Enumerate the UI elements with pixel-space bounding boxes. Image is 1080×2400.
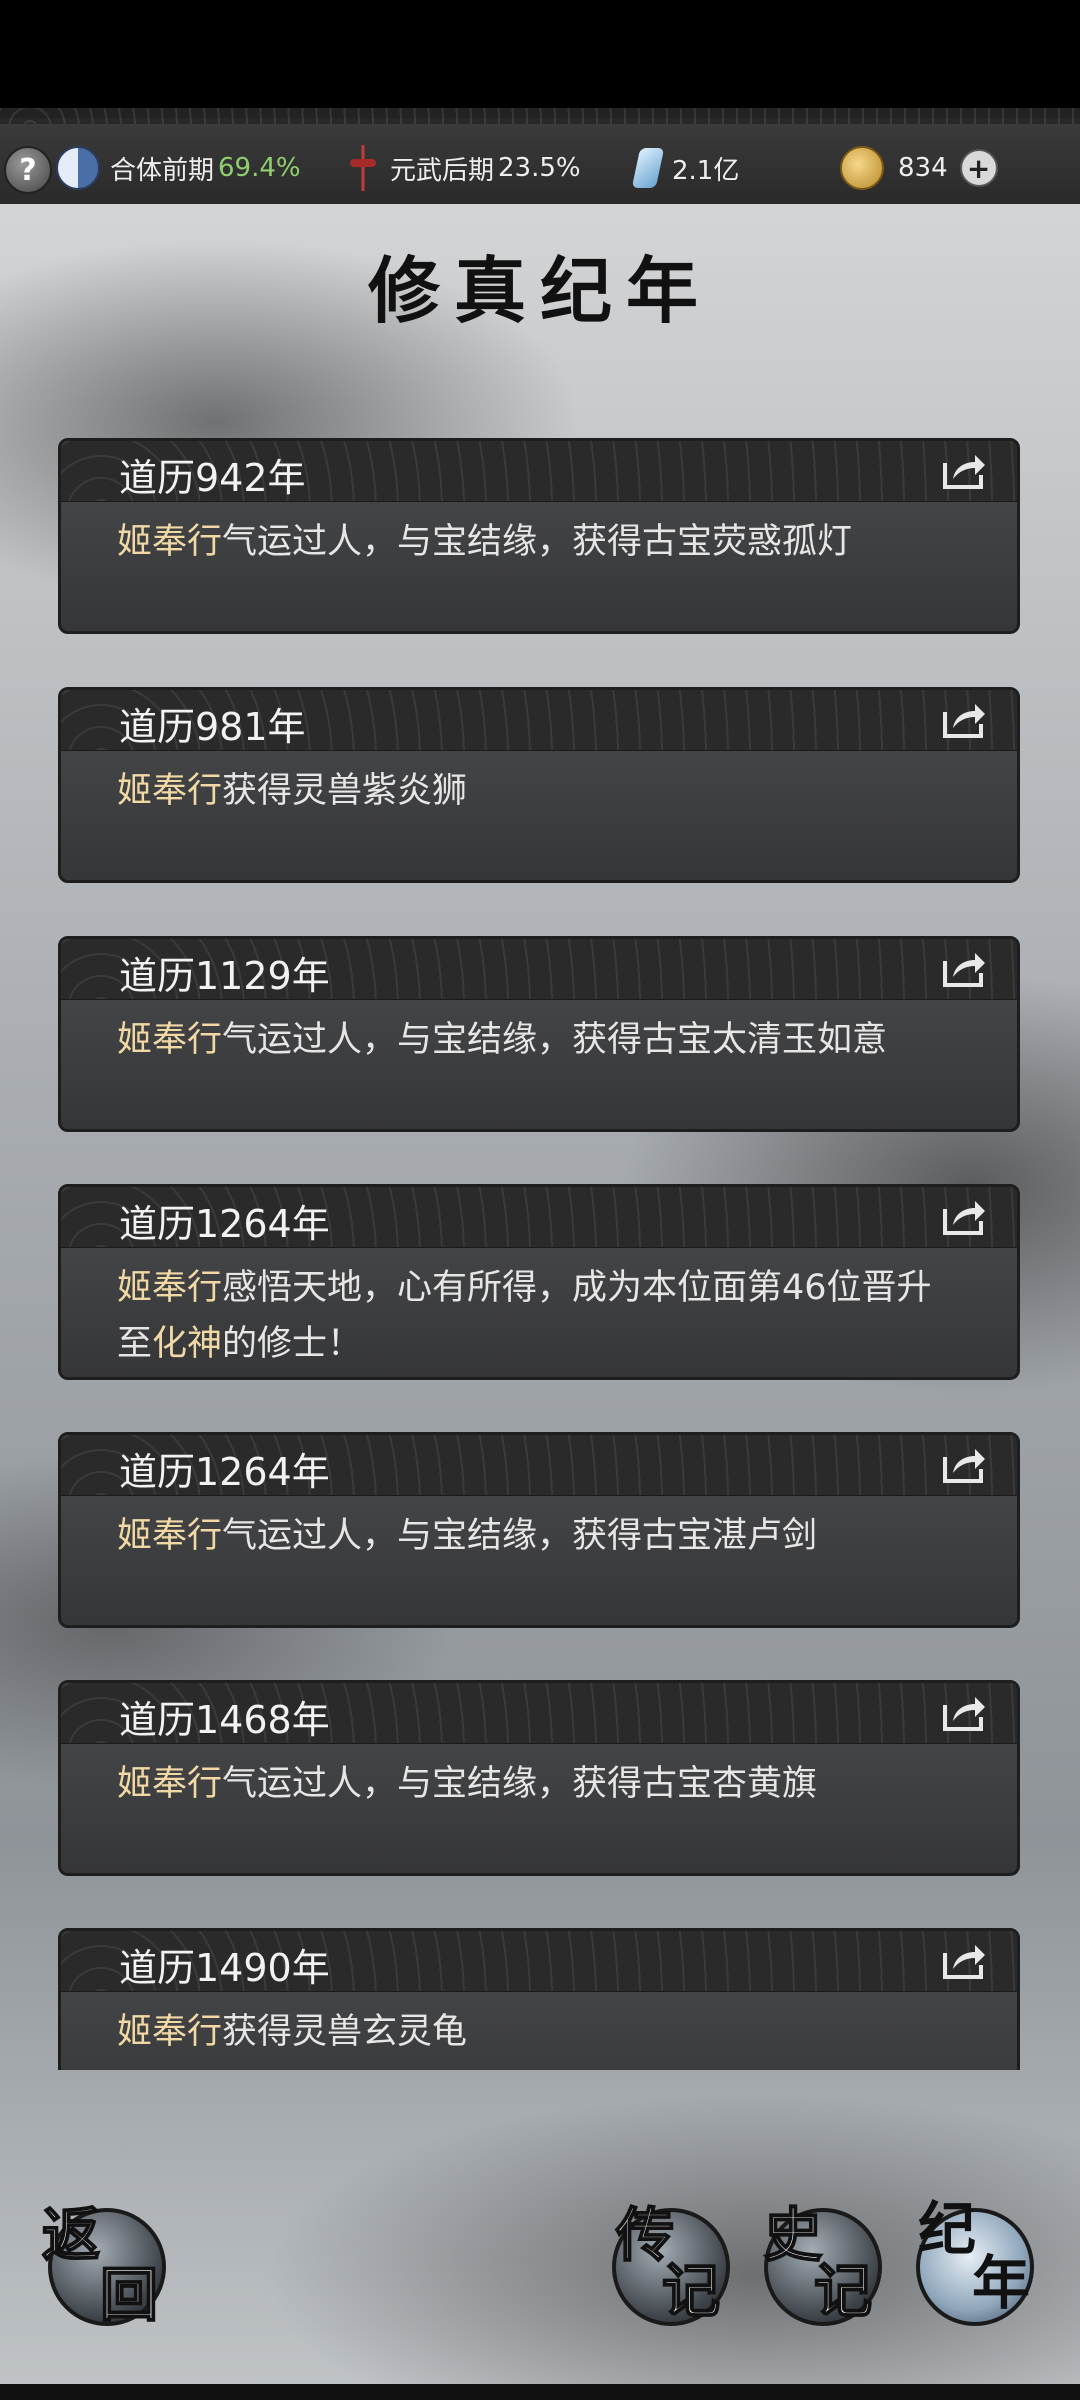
- card-text: 姬奉行获得灵兽玄灵龟: [61, 1992, 1017, 2060]
- share-icon[interactable]: [941, 698, 987, 740]
- cultivation-stage-label: 合体前期: [110, 155, 215, 186]
- spirit-stone-value: 2.1亿: [672, 155, 740, 186]
- biography-label-2: 记: [661, 2257, 721, 2325]
- share-icon[interactable]: [941, 1939, 987, 1981]
- event-description: 气运过人，与宝结缘，获得古宝湛卢剑: [222, 1516, 818, 1556]
- card-year: 道历1264年: [119, 1202, 330, 1246]
- card-year: 道历1129年: [119, 954, 330, 998]
- chronicle-label-1: 纪: [918, 2195, 977, 2263]
- card-text: 姬奉行气运过人，与宝结缘，获得古宝杏黄旗: [61, 1744, 1017, 1812]
- card-text: 姬奉行获得灵兽紫炎狮: [61, 751, 1017, 819]
- card-text: 姬奉行感悟天地，心有所得，成为本位面第46位晋升至化神的修士！: [61, 1248, 1017, 1372]
- chronicle-card: 道历981年 姬奉行获得灵兽紫炎狮: [58, 687, 1020, 883]
- chronicle-card: 道历1264年 姬奉行感悟天地，心有所得，成为本位面第46位晋升至化神的修士！: [58, 1184, 1020, 1380]
- chronicle-card: 道历1129年 姬奉行气运过人，与宝结缘，获得古宝太清玉如意: [58, 936, 1020, 1132]
- card-year: 道历981年: [119, 705, 306, 749]
- page-title: 修真纪年: [367, 248, 712, 333]
- spirit-stone-count: 2.1亿: [631, 138, 740, 198]
- share-icon[interactable]: [941, 1195, 987, 1237]
- card-header: 道历1264年: [61, 1435, 1017, 1496]
- share-icon[interactable]: [941, 947, 987, 989]
- character-name: 姬奉行: [117, 2012, 223, 2052]
- chronicle-card: 道历1468年 姬奉行气运过人，与宝结缘，获得古宝杏黄旗: [58, 1680, 1020, 1876]
- yin-yang-icon: [56, 146, 100, 190]
- chronicle-card: 道历942年 姬奉行气运过人，与宝结缘，获得古宝荧惑孤灯: [58, 438, 1020, 634]
- biography-label-1: 传: [615, 2201, 675, 2269]
- chronicle-label-2: 年: [972, 2249, 1031, 2317]
- card-year: 道历1490年: [119, 1946, 330, 1990]
- share-icon[interactable]: [941, 449, 987, 491]
- history-label-2: 记: [813, 2257, 873, 2325]
- resource-bar-ornament: [0, 108, 1080, 124]
- card-header: 道历1129年: [61, 939, 1017, 1000]
- share-icon[interactable]: [941, 1691, 987, 1733]
- martial-stage: 元武后期 23.5%: [346, 138, 581, 198]
- character-name: 姬奉行: [117, 1516, 223, 1556]
- sword-icon: [346, 145, 380, 191]
- navigation-bar: [0, 2384, 1080, 2400]
- character-name: 姬奉行: [117, 1764, 223, 1804]
- gold-value: 834: [898, 153, 948, 183]
- gold-coin-icon: [840, 146, 884, 190]
- cultivation-stage: 合体前期 69.4%: [56, 138, 301, 198]
- event-description: 气运过人，与宝结缘，获得古宝荧惑孤灯: [222, 522, 853, 562]
- event-description: 获得灵兽紫炎狮: [222, 771, 468, 811]
- character-name: 姬奉行: [117, 522, 223, 562]
- spirit-stone-icon: [631, 148, 665, 188]
- history-label-1: 史: [763, 2201, 823, 2269]
- card-year: 道历942年: [119, 456, 306, 500]
- system-status-bar: [0, 0, 1080, 118]
- back-label-2: 回: [99, 2261, 159, 2329]
- add-gold-button[interactable]: +: [959, 149, 998, 187]
- card-year: 道历1264年: [119, 1450, 330, 1494]
- cultivation-progress: 69.4%: [218, 153, 301, 183]
- back-label-1: 返: [41, 2201, 101, 2269]
- gold-count: 834 +: [840, 138, 998, 198]
- character-name: 姬奉行: [117, 771, 223, 811]
- event-description: 获得灵兽玄灵龟: [222, 2012, 468, 2052]
- card-header: 道历981年: [61, 690, 1017, 751]
- martial-stage-label: 元武后期: [390, 155, 495, 186]
- card-text: 姬奉行气运过人，与宝结缘，获得古宝太清玉如意: [61, 1000, 1017, 1068]
- event-description: 气运过人，与宝结缘，获得古宝太清玉如意: [222, 1020, 888, 1060]
- character-name: 姬奉行: [117, 1268, 223, 1308]
- character-name: 姬奉行: [117, 1020, 223, 1060]
- card-year: 道历1468年: [119, 1698, 330, 1742]
- card-header: 道历942年: [61, 441, 1017, 502]
- event-description-end: 的修士！: [222, 1324, 363, 1364]
- chronicle-list[interactable]: 道历942年 姬奉行气运过人，与宝结缘，获得古宝荧惑孤灯 道历981年 姬奉行获…: [58, 438, 1020, 2070]
- realm-highlight: 化神: [152, 1324, 223, 1364]
- share-icon[interactable]: [941, 1443, 987, 1485]
- card-header: 道历1490年: [61, 1931, 1017, 1992]
- card-header: 道历1468年: [61, 1683, 1017, 1744]
- event-description: 气运过人，与宝结缘，获得古宝杏黄旗: [222, 1764, 818, 1804]
- chronicle-card: 道历1264年 姬奉行气运过人，与宝结缘，获得古宝湛卢剑: [58, 1432, 1020, 1628]
- chronicle-card: 道历1490年 姬奉行获得灵兽玄灵龟: [58, 1928, 1020, 2070]
- martial-progress: 23.5%: [498, 153, 581, 183]
- card-text: 姬奉行气运过人，与宝结缘，获得古宝湛卢剑: [61, 1496, 1017, 1564]
- help-button[interactable]: ?: [4, 146, 52, 194]
- card-header: 道历1264年: [61, 1187, 1017, 1248]
- card-text: 姬奉行气运过人，与宝结缘，获得古宝荧惑孤灯: [61, 502, 1017, 570]
